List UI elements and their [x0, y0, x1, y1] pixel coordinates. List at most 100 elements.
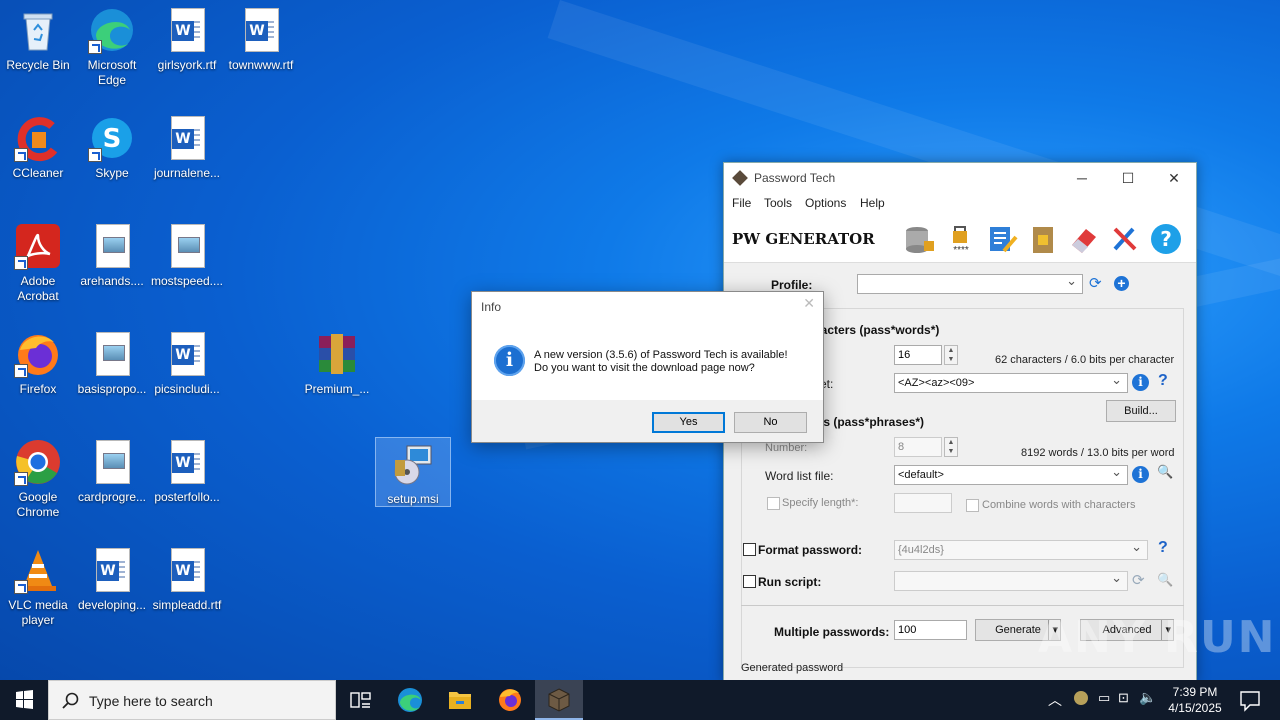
notification-button[interactable] [1232, 680, 1268, 720]
acrobat-icon [14, 222, 62, 270]
desktop-icon-vlc[interactable]: VLC media player [0, 540, 76, 628]
desktop-icon-developing[interactable]: W developing... [74, 540, 150, 613]
edge-icon [88, 6, 136, 54]
specify-length-label: Specify length*: [782, 497, 859, 509]
icon-label: picsincludi... [154, 382, 220, 396]
format-password-label: Format password: [758, 543, 863, 557]
specify-length-input[interactable] [894, 493, 952, 513]
charset-select[interactable]: <AZ><az><09> [894, 371, 1128, 393]
generate-label: Generate [995, 624, 1041, 636]
taskbar-search[interactable]: Type here to search [48, 680, 336, 720]
question-icon[interactable]: ? [1158, 539, 1168, 557]
clock-time: 7:39 PM [1172, 685, 1218, 699]
desktop-icon-firefox[interactable]: Firefox [0, 324, 76, 397]
help-icon[interactable]: ? [1150, 223, 1182, 255]
icon-label: mostspeed.... [150, 274, 224, 288]
menu-tools[interactable]: Tools [764, 196, 792, 210]
vault-lock-icon[interactable] [1027, 223, 1059, 255]
multiple-passwords-input[interactable]: 100 [894, 620, 967, 640]
close-button[interactable]: ✕ [1151, 163, 1196, 193]
taskbar: Type here to search ︿ ▭ ⊡ 🔈 7:39 PM 4/15… [0, 680, 1280, 720]
taskbar-firefox[interactable] [486, 680, 534, 720]
icon-label: VLC media player [8, 598, 68, 627]
maximize-button[interactable]: ☐ [1105, 163, 1151, 193]
notepad-edit-icon[interactable] [986, 223, 1018, 255]
desktop-icon-adobe-acrobat[interactable]: Adobe Acrobat [0, 216, 76, 304]
network-icon[interactable]: ⊡ [1118, 690, 1129, 706]
yes-button[interactable]: Yes [652, 412, 725, 433]
menu-file[interactable]: File [732, 196, 751, 210]
profile-select[interactable] [857, 272, 1083, 294]
length-stepper[interactable]: ▲ ▼ [944, 345, 958, 365]
icon-label: basispropo... [77, 382, 147, 396]
build-button[interactable]: Build... [1106, 400, 1176, 422]
desktop-icon-edge[interactable]: Microsoft Edge [74, 0, 150, 88]
desktop-icon-google-chrome[interactable]: Google Chrome [0, 432, 76, 520]
refresh-icon[interactable]: ⟳ [1132, 571, 1145, 589]
information-icon: i [494, 345, 525, 376]
window-titlebar[interactable]: Password Tech ─ ☐ ✕ [724, 163, 1196, 193]
format-select[interactable]: {4u4l2ds} [894, 538, 1148, 560]
desktop-icon-picsincludi[interactable]: W picsincludi... [149, 324, 225, 397]
edge-icon [398, 688, 422, 712]
tools-icon[interactable] [1109, 223, 1141, 255]
desktop-icon-premium[interactable]: Premium_... [299, 324, 375, 397]
number-input[interactable]: 8 [894, 437, 942, 457]
database-lock-icon[interactable] [904, 223, 936, 255]
minimize-button[interactable]: ─ [1059, 163, 1105, 193]
eraser-icon[interactable] [1068, 223, 1100, 255]
volume-icon[interactable]: 🔈 [1139, 689, 1156, 706]
specify-length-checkbox[interactable] [767, 497, 780, 510]
desktop-icon-skype[interactable]: S Skype [74, 108, 150, 181]
desktop-icon-cardprogre[interactable]: cardprogre... [74, 432, 150, 505]
menu-bar: File Tools Options Help [724, 193, 1196, 215]
icon-label: townwww.rtf [228, 58, 294, 72]
chevron-up-icon[interactable]: ︿ [1048, 690, 1062, 710]
menu-help[interactable]: Help [860, 196, 885, 210]
desktop-icon-simpleadd[interactable]: W simpleadd.rtf [149, 540, 225, 613]
divider [741, 605, 1184, 606]
run-script-checkbox[interactable] [743, 575, 756, 588]
desktop-icon-girlsyork[interactable]: W girlsyork.rtf [149, 0, 225, 73]
shortcut-arrow-icon [14, 256, 28, 270]
dialog-close-icon[interactable]: ✕ [803, 295, 815, 312]
combine-checkbox[interactable] [966, 499, 979, 512]
taskbar-file-explorer[interactable] [436, 680, 484, 720]
desktop-icon-arehands[interactable]: arehands.... [74, 216, 150, 289]
search-icon[interactable]: 🔍 [1157, 464, 1173, 480]
desktop-icon-journalene[interactable]: W journalene... [149, 108, 225, 181]
battery-icon[interactable]: ▭ [1098, 690, 1110, 706]
image-file-icon [88, 438, 136, 486]
taskbar-password-tech[interactable] [535, 680, 583, 720]
watermark: ANY RUN [1038, 612, 1277, 663]
menu-options[interactable]: Options [805, 196, 846, 210]
add-profile-icon[interactable]: + [1114, 276, 1129, 291]
format-password-checkbox[interactable] [743, 543, 756, 556]
length-input[interactable]: 16 [894, 345, 942, 365]
image-file-icon [163, 222, 211, 270]
start-button[interactable] [0, 680, 48, 720]
task-view-button[interactable] [336, 680, 384, 720]
desktop-icon-basispropo[interactable]: basispropo... [74, 324, 150, 397]
icon-label: Recycle Bin [6, 58, 70, 72]
info-icon[interactable]: i [1132, 374, 1149, 391]
desktop-icon-setup-msi[interactable]: setup.msi [375, 437, 451, 507]
taskbar-edge[interactable] [386, 680, 434, 720]
no-button[interactable]: No [734, 412, 807, 433]
password-lock-icon[interactable]: **** [945, 223, 977, 255]
desktop-icon-ccleaner[interactable]: CCleaner [0, 108, 76, 181]
icon-label: Microsoft Edge [87, 58, 137, 87]
wordlist-select[interactable]: <default> [894, 463, 1128, 485]
search-icon[interactable]: 🔍 [1157, 572, 1173, 588]
refresh-icon[interactable]: ⟳ [1089, 274, 1102, 292]
clock[interactable]: 7:39 PM 4/15/2025 [1162, 684, 1228, 716]
desktop-icon-townwww[interactable]: W townwww.rtf [223, 0, 299, 73]
script-select[interactable] [894, 569, 1128, 591]
desktop-icon-mostspeed[interactable]: mostspeed.... [149, 216, 225, 289]
question-icon[interactable]: ? [1158, 372, 1168, 390]
number-stepper[interactable]: ▲ ▼ [944, 437, 958, 457]
desktop-icon-recycle-bin[interactable]: Recycle Bin [0, 0, 76, 73]
info-icon[interactable]: i [1132, 466, 1149, 483]
tray-app-icon[interactable] [1074, 691, 1088, 705]
desktop-icon-posterfollo[interactable]: W posterfollo... [149, 432, 225, 505]
